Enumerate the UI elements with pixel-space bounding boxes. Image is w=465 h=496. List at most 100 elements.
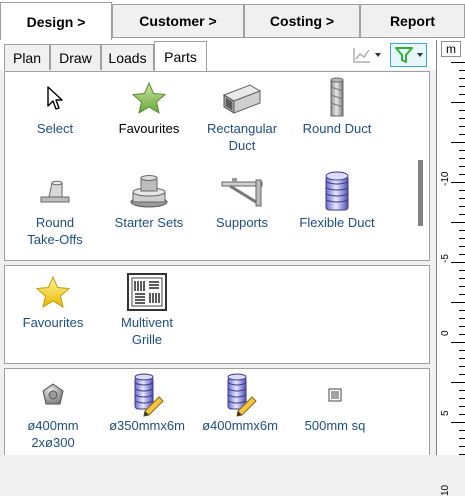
line-chart-icon [353,48,370,63]
ruler-tick [459,134,465,135]
part-label: Round Duct [302,121,372,136]
flexible-duct-icon [325,171,349,211]
rectangular-duct-part[interactable]: Rectangular Duct [196,76,288,154]
ruler-label: 10 [440,484,451,496]
ruler-tick [451,422,465,423]
ruler-unit: m [441,41,461,57]
tab-report[interactable]: Report [360,4,465,38]
favourites-panel: Favourites Multivent Grille [4,265,430,364]
ruler-tick [451,262,465,263]
recent-label: ø400mmx6m [202,418,278,433]
ruler-tick [459,414,465,415]
recent-part-item[interactable]: ø400mm 2xø300 [7,373,99,451]
junction-icon [42,383,64,405]
fav-label: Favourites [22,315,84,330]
ruler-tick [459,430,465,431]
part-label: Select [36,121,74,136]
ruler-tick [451,342,465,343]
ruler-tick [459,118,465,119]
select-part[interactable]: Select [9,76,101,137]
ruler-tick [459,374,465,375]
favourites-item[interactable]: Favourites [7,270,99,331]
star-icon [131,81,167,115]
ruler-label: -5 [440,254,451,263]
tab-design-label: Design > [26,13,86,30]
tab-loads-label: Loads [108,49,147,66]
fav-label: Multivent Grille [120,315,174,347]
ruler-tick [451,222,465,223]
ruler-tick [451,382,465,383]
supports-part[interactable]: Supports [196,170,288,231]
main-tab-bar: Design > Customer > Costing > Report [0,0,465,40]
chevron-down-icon [375,53,381,57]
recent-part-item[interactable]: ø400mmx6m [194,373,286,434]
recent-label: 500mm sq [304,418,366,433]
tab-plan-label: Plan [12,49,42,66]
star-icon [35,275,71,309]
ruler-tick [459,190,465,191]
ruler-label: -10 [440,171,451,186]
flexible-duct-part[interactable]: Flexible Duct [291,170,383,231]
part-label: Starter Sets [114,215,184,230]
vertical-ruler: m -10 -5 0 5 10 [436,40,465,496]
ruler-tick [451,102,465,103]
ruler-tick [459,158,465,159]
ruler-tick [459,318,465,319]
tab-draw[interactable]: Draw [50,44,101,70]
starter-sets-part[interactable]: Starter Sets [103,170,195,231]
ruler-tick [459,326,465,327]
ruler-tick [459,86,465,87]
scrollbar-thumb[interactable] [418,160,423,226]
flex-duct-edit-icon [227,373,257,417]
round-duct-part[interactable]: Round Duct [291,76,383,137]
favourites-part[interactable]: Favourites [103,76,195,137]
ruler-tick [459,406,465,407]
ruler-tick [459,110,465,111]
ruler-tick [459,150,465,151]
support-bracket-icon [221,178,263,207]
ruler-tick [459,278,465,279]
parts-panel: Select Favourites Rectangular Duct Round… [4,71,430,261]
tab-parts[interactable]: Parts [154,41,207,71]
ruler-tick [459,230,465,231]
recent-part-item[interactable]: 500mm sq [289,373,381,434]
tab-customer-label: Customer > [139,13,217,29]
filter-icon [395,47,413,63]
ruler-tick [459,270,465,271]
parts-scrollbar[interactable] [415,78,425,260]
part-label: Supports [215,215,269,230]
take-off-icon [40,180,70,203]
recent-parts-panel: ø400mm 2xø300 ø350mmx6m ø400mmx6m 500mm … [4,368,430,455]
tab-draw-label: Draw [59,49,92,66]
ruler-tick [451,182,465,183]
small-grille-icon [328,388,342,402]
ruler-tick [459,126,465,127]
tab-customer[interactable]: Customer > [112,4,244,38]
ruler-tick [459,366,465,367]
filter-dropdown-button[interactable] [390,43,427,67]
tab-design[interactable]: Design > [0,2,112,40]
ruler-tick [459,174,465,175]
ruler-tick [459,398,465,399]
ruler-tick [459,94,465,95]
part-label: Round Take-Offs [27,215,83,247]
round-take-offs-part[interactable]: Round Take-Offs [9,170,101,248]
ruler-tick [451,302,465,303]
round-duct-icon [330,77,344,117]
ruler-tick [451,142,465,143]
chart-dropdown-button[interactable] [352,44,381,66]
tab-costing[interactable]: Costing > [244,4,360,38]
ruler-tick [459,238,465,239]
ruler-label: 0 [440,330,451,336]
chevron-down-icon [417,53,423,57]
ruler-tick [459,334,465,335]
grille-icon [127,273,167,311]
tab-costing-label: Costing > [269,13,335,29]
part-label: Rectangular Duct [206,121,278,153]
tab-plan[interactable]: Plan [4,44,50,70]
multivent-grille-item[interactable]: Multivent Grille [101,270,193,348]
tab-loads[interactable]: Loads [101,44,154,70]
ruler-tick [459,246,465,247]
rectangular-duct-icon [222,84,262,114]
recent-part-item[interactable]: ø350mmx6m [101,373,193,434]
